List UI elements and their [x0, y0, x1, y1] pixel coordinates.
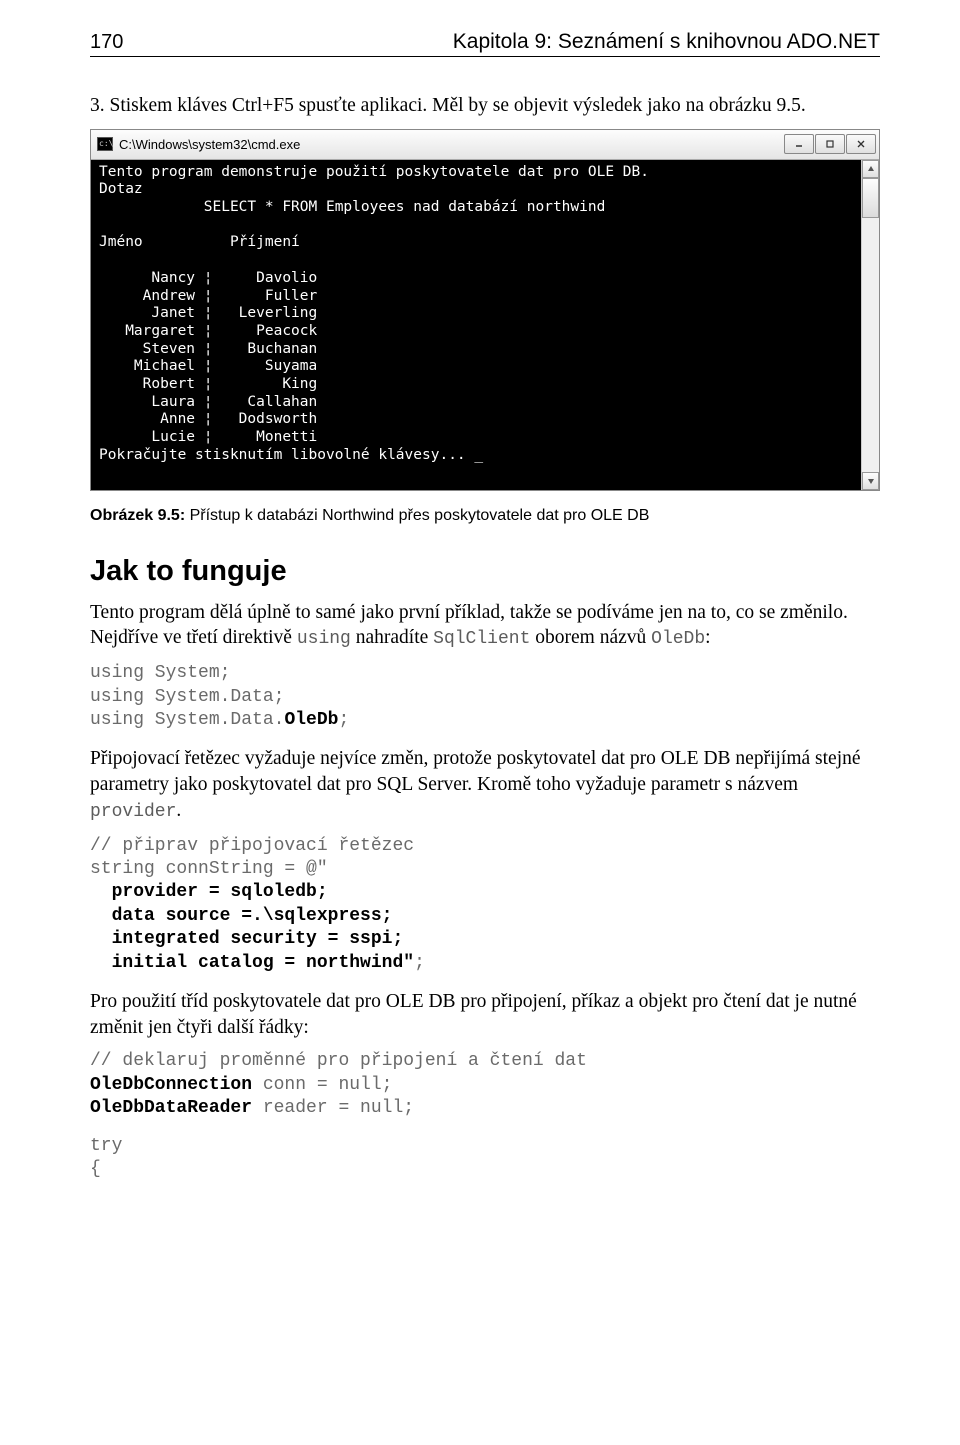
cmd-title: C:\Windows\system32\cmd.exe	[119, 137, 300, 152]
scroll-up-button[interactable]	[862, 160, 879, 178]
chapter-title: Kapitola 9: Seznámení s knihovnou ADO.NE…	[453, 30, 880, 54]
paragraph-3: Pro použití tříd poskytovatele dat pro O…	[90, 989, 880, 1040]
code-block-2: // připrav připojovací řetězec string co…	[90, 835, 880, 975]
inline-code-oledb: OleDb	[651, 629, 705, 649]
maximize-button[interactable]	[815, 134, 845, 154]
code-block-3: // deklaruj proměnné pro připojení a čte…	[90, 1050, 880, 1120]
inline-code-using: using	[297, 629, 351, 649]
figure-caption: Obrázek 9.5: Přístup k databázi Northwin…	[90, 507, 880, 525]
inline-code-sqlclient: SqlClient	[433, 629, 530, 649]
caption-text: Přístup k databázi Northwind přes poskyt…	[185, 507, 649, 524]
cmd-titlebar: C:\Windows\system32\cmd.exe	[91, 130, 879, 160]
section-heading: Jak to funguje	[90, 555, 880, 588]
paragraph-1: Tento program dělá úplně to samé jako pr…	[90, 600, 880, 652]
caption-label: Obrázek 9.5:	[90, 507, 185, 524]
paragraph-2: Připojovací řetězec vyžaduje nejvíce změ…	[90, 746, 880, 824]
scroll-down-button[interactable]	[862, 472, 879, 490]
close-button[interactable]	[846, 134, 876, 154]
cmd-output: Tento program demonstruje použití poskyt…	[91, 160, 879, 490]
code-block-4: try {	[90, 1135, 880, 1182]
page-header: 170 Kapitola 9: Seznámení s knihovnou AD…	[90, 30, 880, 57]
inline-code-provider: provider	[90, 802, 176, 822]
page-number: 170	[90, 31, 123, 54]
cmd-icon	[97, 137, 113, 151]
minimize-button[interactable]	[784, 134, 814, 154]
cmd-scrollbar[interactable]	[861, 160, 879, 490]
code-block-1: using System; using System.Data; using S…	[90, 662, 880, 732]
step-3-text: 3. Stiskem kláves Ctrl+F5 spusťte aplika…	[90, 93, 880, 119]
scroll-thumb[interactable]	[862, 178, 879, 218]
cmd-window: C:\Windows\system32\cmd.exe Tento progra…	[90, 129, 880, 491]
